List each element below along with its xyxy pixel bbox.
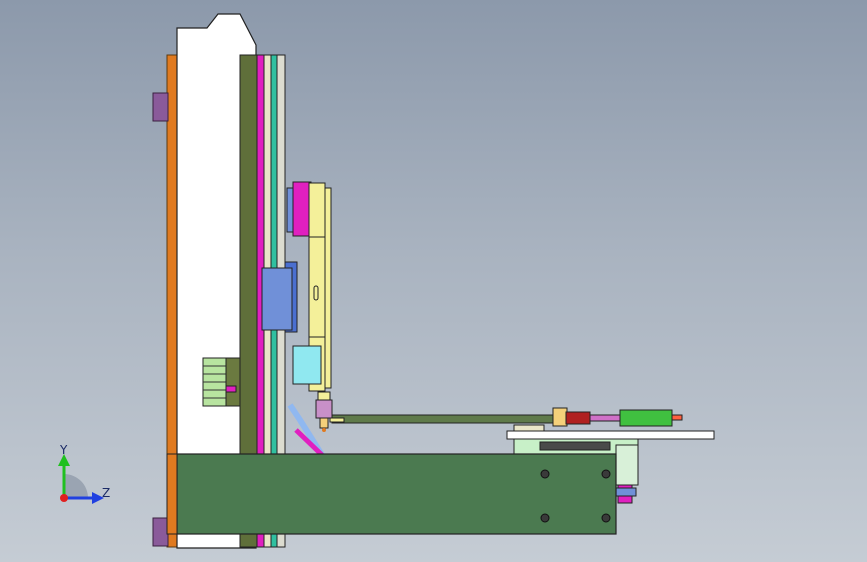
y-axis-label: Y [60, 443, 68, 457]
blue-cylinder [261, 267, 293, 331]
horizontal-rod [331, 414, 563, 424]
pink-rod [589, 414, 625, 422]
base-bolt-2 [601, 469, 611, 479]
bottom-blue-bar [613, 487, 637, 497]
side-block-pin [225, 385, 237, 393]
top-purple-cap [152, 92, 169, 122]
triad-quarter-disc [64, 474, 88, 498]
nozzle-dot [322, 428, 326, 432]
yellow-slide-upper [308, 182, 326, 238]
sensor-tip [671, 414, 683, 421]
white-table-plate [506, 430, 715, 440]
brass-fitting [552, 407, 568, 427]
origin-dot-icon [60, 494, 68, 502]
red-cylinder [565, 411, 591, 425]
base-orange-edge [166, 453, 178, 535]
side-block-olive [225, 357, 241, 407]
top-magenta-block [292, 181, 312, 237]
fixture-bracket [615, 444, 639, 486]
dark-bar [539, 441, 611, 451]
base-bolt-3 [540, 513, 550, 523]
z-axis-label: Z [102, 486, 111, 500]
nozzle-tip [319, 417, 329, 429]
bottom-purple-cap [152, 517, 169, 547]
nozzle-purple [315, 399, 333, 419]
slide-slot [313, 285, 319, 301]
yellow-slide-rail [324, 187, 332, 389]
base-bolt-4 [601, 513, 611, 523]
green-sensor [619, 409, 673, 427]
green-base-plate [176, 453, 617, 535]
base-bolt-1 [540, 469, 550, 479]
cyan-block [292, 345, 322, 385]
rod-yellow-end [329, 417, 345, 423]
cad-viewport[interactable] [0, 0, 867, 562]
table-support [513, 424, 545, 432]
axis-triad [58, 454, 104, 504]
